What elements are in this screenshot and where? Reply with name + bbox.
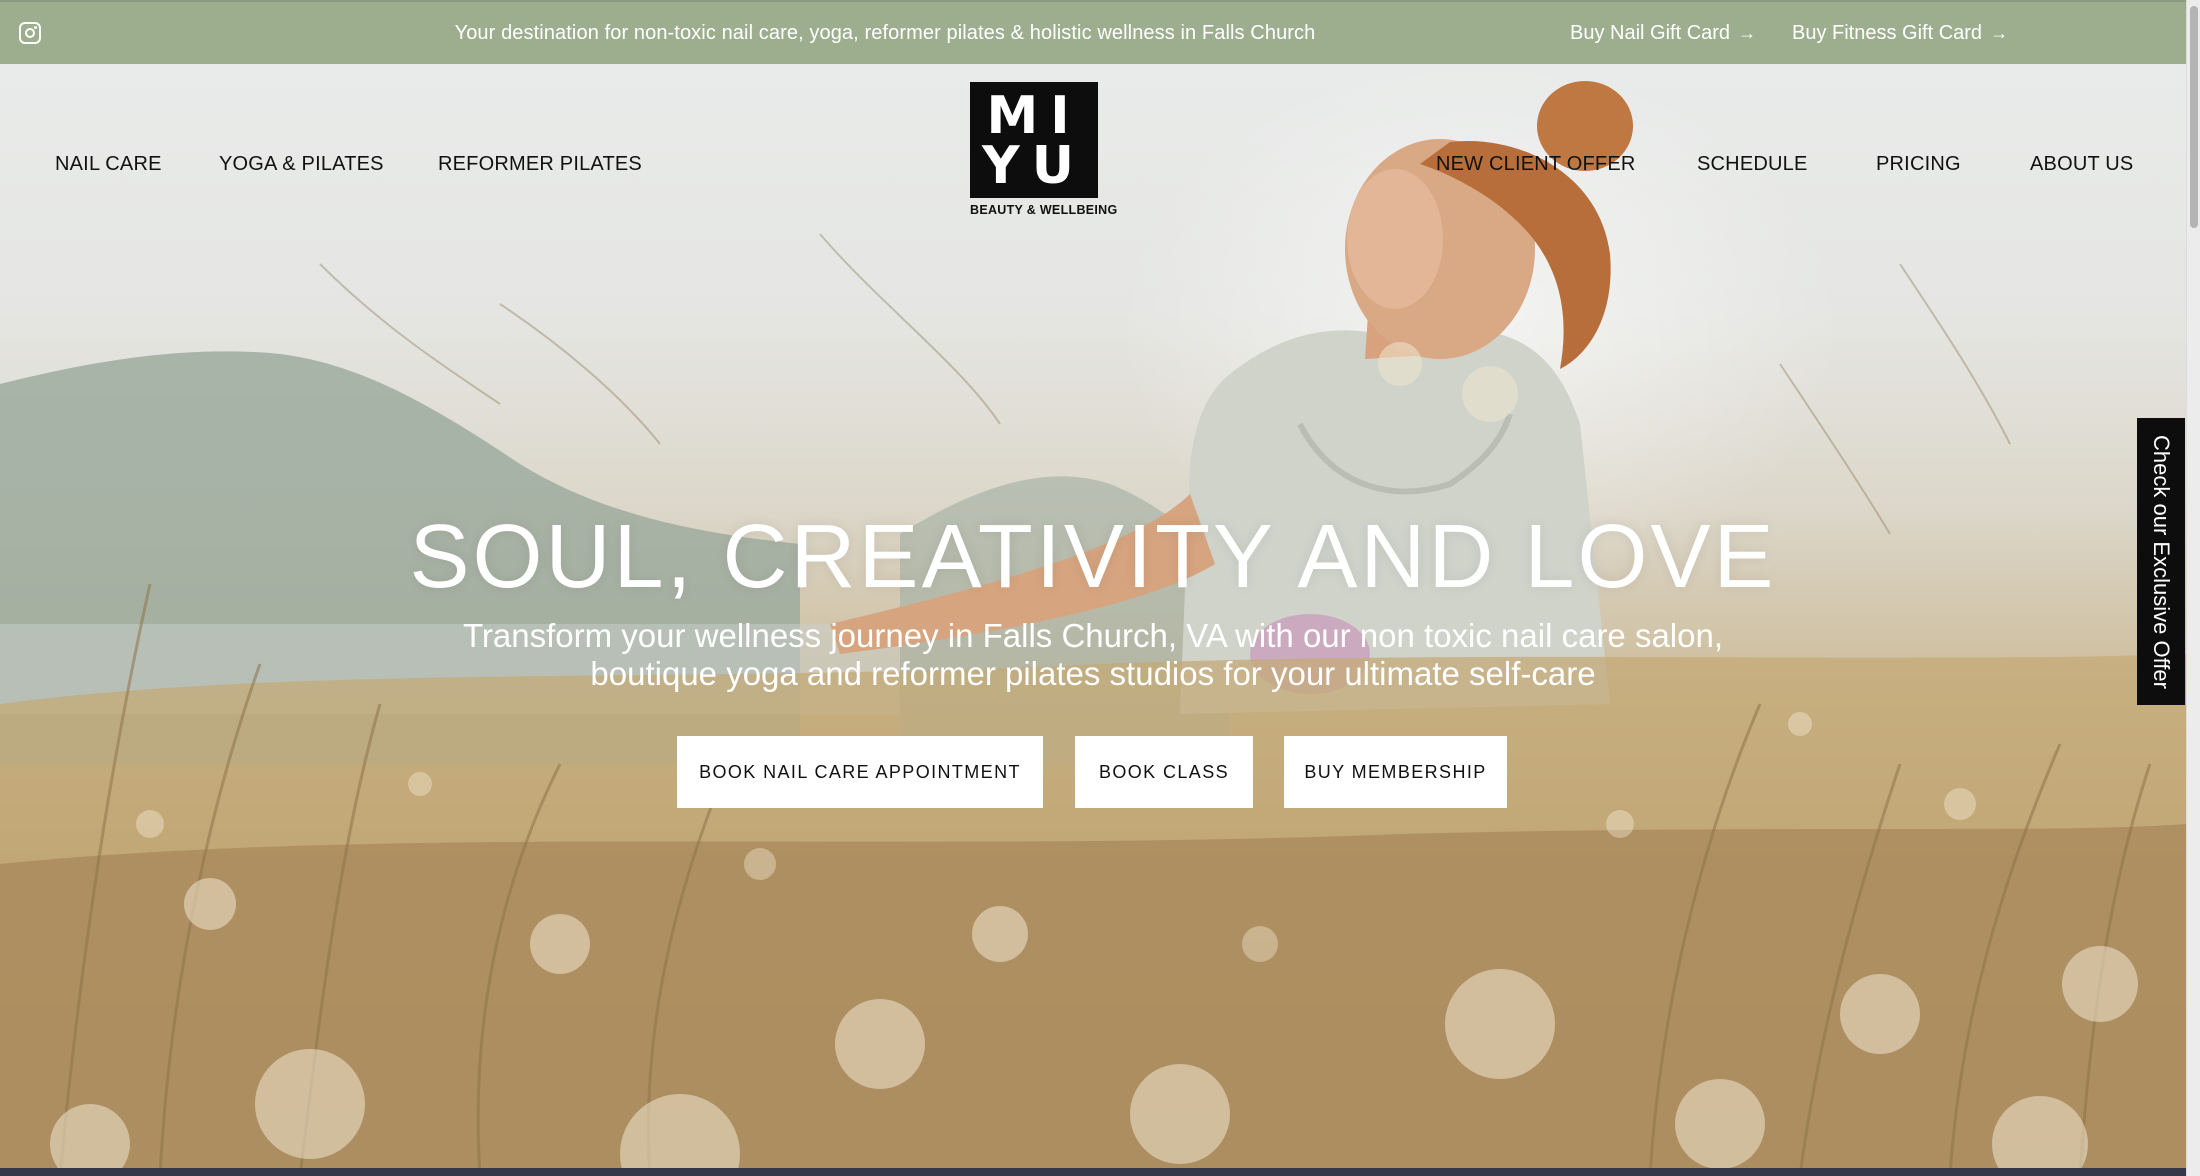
nav-schedule[interactable]: SCHEDULE <box>1697 144 1808 184</box>
miyu-logo[interactable]: MI YU BEAUTY & WELLBEING <box>970 82 1118 220</box>
nav-yoga-pilates[interactable]: YOGA & PILATES <box>219 144 384 184</box>
window-bottom-edge <box>0 1168 2186 1176</box>
scrollbar-thumb[interactable] <box>2190 6 2198 228</box>
hero-headline: SOUL, CREATIVITY AND LOVE <box>409 507 1777 607</box>
hero-subline: Transform your wellness journey in Falls… <box>462 617 1724 692</box>
arrow-right-icon: → <box>1990 23 2009 43</box>
nav-reformer-pilates[interactable]: REFORMER PILATES <box>438 144 642 184</box>
book-class-button[interactable]: BOOK CLASS <box>1075 736 1253 808</box>
nav-nail-care[interactable]: NAIL CARE <box>55 144 162 184</box>
buy-nail-gift-card-label: Buy Nail Gift Card <box>1570 22 1731 44</box>
buy-fitness-gift-card-link[interactable]: Buy Fitness Gift Card → <box>1792 2 2008 64</box>
buy-membership-button[interactable]: BUY MEMBERSHIP <box>1284 736 1507 808</box>
buy-fitness-gift-card-label: Buy Fitness Gift Card <box>1792 22 1983 44</box>
logo-tagline: BEAUTY & WELLBEING <box>970 203 1118 217</box>
announcement-text: Your destination for non-toxic nail care… <box>454 22 1316 44</box>
vertical-scrollbar[interactable] <box>2186 0 2200 1176</box>
buy-nail-gift-card-link[interactable]: Buy Nail Gift Card → <box>1570 2 1756 64</box>
book-nail-care-appointment-button[interactable]: BOOK NAIL CARE APPOINTMENT <box>677 736 1043 808</box>
nav-pricing[interactable]: PRICING <box>1876 144 1961 184</box>
browser-viewport: Your destination for non-toxic nail care… <box>0 0 2200 1176</box>
logo-mark: MI YU <box>970 82 1098 198</box>
exclusive-offer-tab[interactable]: Check our Exclusive Offer <box>2137 418 2185 705</box>
instagram-icon[interactable] <box>19 22 41 44</box>
exclusive-offer-label: Check our Exclusive Offer <box>2149 434 2174 689</box>
arrow-right-icon: → <box>1738 23 1757 43</box>
nav-about-us[interactable]: ABOUT US <box>2030 144 2133 184</box>
nav-new-client-offer[interactable]: NEW CLIENT OFFER <box>1436 144 1636 184</box>
logo-line-1: MI <box>986 86 1082 146</box>
announcement-bar: Your destination for non-toxic nail care… <box>0 0 2186 64</box>
logo-line-2: YU <box>982 136 1086 196</box>
